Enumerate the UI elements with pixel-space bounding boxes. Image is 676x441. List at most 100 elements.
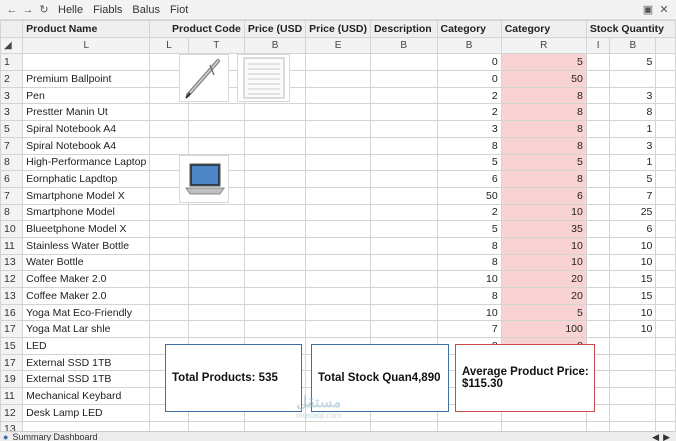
col-letter[interactable]: R <box>500 36 587 55</box>
product-name-cell[interactable]: Prestter Manin Ut <box>22 103 151 122</box>
stock-quantity-cell[interactable]: 5 <box>609 170 657 188</box>
row-number[interactable]: 6 <box>0 170 24 188</box>
cell[interactable] <box>585 287 611 305</box>
cell[interactable] <box>655 320 676 339</box>
col-header-category[interactable]: Category <box>436 20 502 38</box>
table-row[interactable]: 16 Yoga Mat Eco-Friendly 10 5 10 <box>0 303 676 322</box>
cell[interactable] <box>305 203 371 222</box>
cell[interactable] <box>655 236 676 255</box>
cell[interactable] <box>369 136 438 155</box>
product-name-cell[interactable]: Mechanical Keybard <box>22 387 151 405</box>
table-row[interactable]: 10 Blueetphone Model X 5 35 6 <box>0 220 676 238</box>
cell[interactable] <box>187 103 245 122</box>
stock-quantity-cell[interactable] <box>609 353 657 372</box>
row-number[interactable]: 8 <box>0 153 24 172</box>
back-arrow-icon[interactable]: ← <box>4 2 20 18</box>
cell[interactable] <box>243 203 307 222</box>
product-name-cell[interactable]: Spiral Notebook A4 <box>22 120 151 138</box>
cell[interactable] <box>585 253 611 272</box>
cell[interactable] <box>305 320 371 339</box>
row-number[interactable]: 3 <box>0 103 24 122</box>
cell[interactable] <box>655 387 676 405</box>
category-value-cell[interactable]: 8 <box>436 136 502 155</box>
col-header-stock-quantity[interactable]: Stock Quantity <box>585 20 676 38</box>
row-number[interactable]: 1 <box>0 53 24 72</box>
row-number[interactable]: 15 <box>0 337 24 355</box>
product-name-cell[interactable]: Pen <box>22 86 151 105</box>
col-header-description[interactable]: Description <box>369 20 438 38</box>
category-value-cell[interactable]: 7 <box>436 320 502 339</box>
cell[interactable] <box>305 53 371 72</box>
cell[interactable] <box>655 86 676 105</box>
cell[interactable] <box>305 220 371 238</box>
cell[interactable] <box>149 220 189 238</box>
menu-item-balus[interactable]: Balus <box>132 4 160 16</box>
sheet-tab-summary-dashboard[interactable]: Summary Dashboard <box>12 432 97 441</box>
cell[interactable] <box>243 103 307 122</box>
stock-quantity-cell[interactable]: 1 <box>609 153 657 172</box>
product-name-cell[interactable]: Blueetphone Model X <box>22 220 151 238</box>
category-highlight-cell[interactable]: 8 <box>500 103 587 122</box>
table-row[interactable]: 11 Stainless Water Bottle 8 10 10 <box>0 236 676 255</box>
cell[interactable] <box>243 220 307 238</box>
cell[interactable] <box>149 103 189 122</box>
row-number[interactable]: 12 <box>0 403 24 422</box>
window-icon[interactable]: ▣ <box>640 2 656 18</box>
cell[interactable] <box>305 86 371 105</box>
table-row[interactable]: 13 Coffee Maker 2.0 8 20 15 <box>0 287 676 305</box>
cell[interactable] <box>655 287 676 305</box>
cell[interactable] <box>305 170 371 188</box>
col-letter[interactable]: E <box>305 36 371 55</box>
cell[interactable] <box>369 120 438 138</box>
cell[interactable] <box>305 120 371 138</box>
close-icon[interactable]: ✕ <box>656 2 672 18</box>
cell[interactable] <box>585 203 611 222</box>
product-name-cell[interactable]: LED <box>22 337 151 355</box>
table-row[interactable]: 8 High-Performance Laptop 5 5 1 <box>0 153 676 172</box>
category-value-cell[interactable]: 8 <box>436 236 502 255</box>
table-row[interactable]: 17 Yoga Mat Lar shle 7 100 10 <box>0 320 676 339</box>
cell[interactable] <box>243 153 307 172</box>
refresh-icon[interactable]: ↻ <box>36 2 52 18</box>
col-letter[interactable]: B <box>243 36 307 55</box>
stock-quantity-cell[interactable]: 25 <box>609 203 657 222</box>
cell[interactable] <box>187 420 245 431</box>
category-highlight-cell[interactable]: 8 <box>500 120 587 138</box>
table-row[interactable]: 13 Water Bottle 8 10 10 <box>0 253 676 272</box>
scroll-right-icon[interactable]: ▶ <box>663 432 670 441</box>
category-value-cell[interactable]: 2 <box>436 203 502 222</box>
cell[interactable] <box>149 120 189 138</box>
cell[interactable] <box>305 420 371 431</box>
cell[interactable] <box>305 186 371 205</box>
cell[interactable] <box>187 220 245 238</box>
row-number[interactable]: 7 <box>0 136 24 155</box>
stock-quantity-cell[interactable]: 5 <box>609 53 657 72</box>
stock-quantity-cell[interactable]: 10 <box>609 236 657 255</box>
category-value-cell[interactable]: 8 <box>436 253 502 272</box>
cell[interactable] <box>585 170 611 188</box>
product-name-cell[interactable]: Spiral Notebook A4 <box>22 136 151 155</box>
cell[interactable] <box>243 170 307 188</box>
category-value-cell[interactable]: 0 <box>436 53 502 72</box>
category-highlight-cell[interactable]: 8 <box>500 136 587 155</box>
cell[interactable] <box>585 86 611 105</box>
product-name-cell[interactable]: Coffee Maker 2.0 <box>22 287 151 305</box>
category-highlight-cell[interactable]: 20 <box>500 270 587 288</box>
cell[interactable] <box>243 136 307 155</box>
row-number[interactable]: 3 <box>0 86 24 105</box>
category-highlight-cell[interactable]: 5 <box>500 153 587 172</box>
table-row[interactable]: 8 Smartphone Model 2 10 25 <box>0 203 676 222</box>
cell[interactable] <box>149 136 189 155</box>
cell[interactable] <box>149 203 189 222</box>
cell[interactable] <box>187 303 245 322</box>
cell[interactable] <box>585 420 611 431</box>
stock-quantity-cell[interactable] <box>609 403 657 422</box>
cell[interactable] <box>243 420 307 431</box>
category-highlight-cell[interactable]: 35 <box>500 220 587 238</box>
table-row[interactable]: 1055 <box>0 53 676 72</box>
col-letter[interactable]: T <box>187 36 245 55</box>
cell[interactable] <box>655 370 676 389</box>
cell[interactable] <box>655 403 676 422</box>
cell[interactable] <box>369 103 438 122</box>
cell[interactable] <box>149 253 189 272</box>
